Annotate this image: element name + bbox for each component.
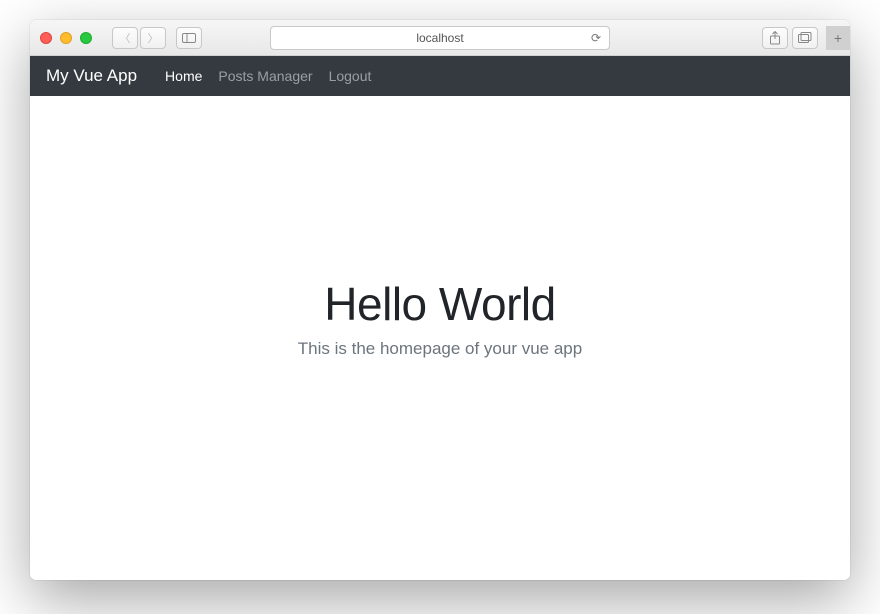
share-button[interactable] <box>762 27 788 49</box>
browser-window: 〈 〉 ABP localhost ⟳ <box>30 20 850 580</box>
plus-icon: + <box>834 30 842 46</box>
nav-buttons: 〈 〉 <box>112 27 166 49</box>
nav-link-logout[interactable]: Logout <box>329 68 372 84</box>
traffic-lights <box>40 32 92 44</box>
page-content: Hello World This is the homepage of your… <box>30 96 850 580</box>
hero-subtitle: This is the homepage of your vue app <box>298 339 582 359</box>
browser-titlebar: 〈 〉 ABP localhost ⟳ <box>30 20 850 56</box>
toolbar-right: + <box>762 26 840 50</box>
close-window-button[interactable] <box>40 32 52 44</box>
nav-link-posts-manager[interactable]: Posts Manager <box>218 68 312 84</box>
forward-button[interactable]: 〉 <box>140 27 166 49</box>
minimize-window-button[interactable] <box>60 32 72 44</box>
sidebar-toggle-button[interactable] <box>176 27 202 49</box>
app-navbar: My Vue App Home Posts Manager Logout <box>30 56 850 96</box>
tabs-button[interactable] <box>792 27 818 49</box>
share-icon <box>769 31 781 45</box>
hero-title: Hello World <box>324 277 555 331</box>
new-tab-button[interactable]: + <box>826 26 850 50</box>
chevron-right-icon: 〉 <box>148 30 159 46</box>
sidebar-icon <box>182 33 196 43</box>
navbar-brand[interactable]: My Vue App <box>46 66 137 86</box>
address-text: localhost <box>416 31 463 45</box>
chevron-left-icon: 〈 <box>120 30 131 46</box>
nav-link-home[interactable]: Home <box>165 68 202 84</box>
zoom-window-button[interactable] <box>80 32 92 44</box>
back-button[interactable]: 〈 <box>112 27 138 49</box>
reload-icon[interactable]: ⟳ <box>591 31 601 45</box>
tabs-icon <box>798 32 812 44</box>
address-bar[interactable]: localhost ⟳ <box>270 26 610 50</box>
